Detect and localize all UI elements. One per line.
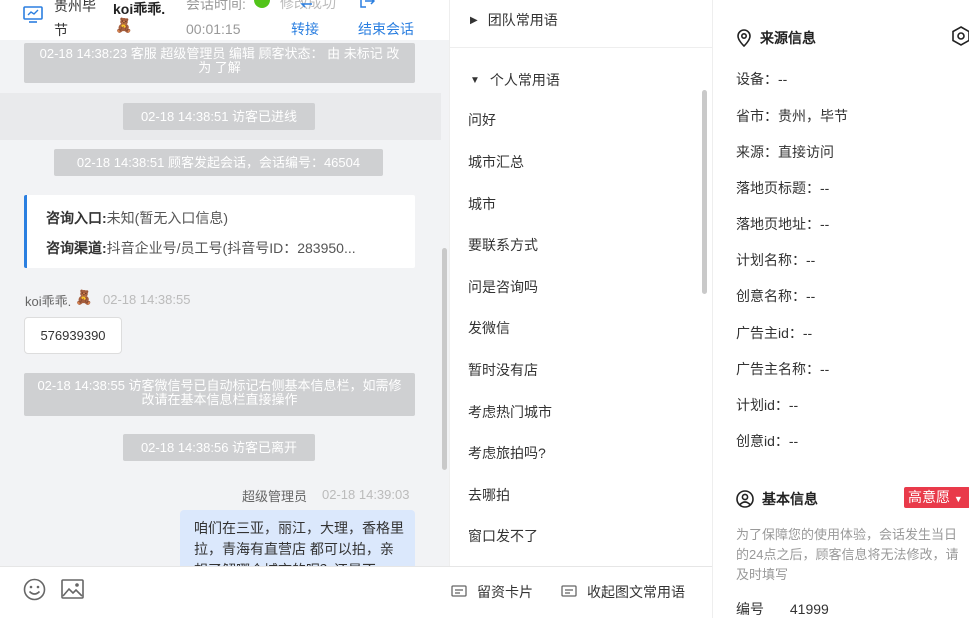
entry-value: 未知(暂无入口信息) (106, 210, 228, 226)
phrase-item[interactable]: 考虑旅拍吗? (468, 443, 546, 463)
info-province-city: 省市：贵州，毕节 (736, 108, 848, 124)
session-time-label: 会话时间: (186, 0, 246, 12)
system-message: 02-18 14:38:23 客服 超级管理员 编辑 顾客状态： 由 未标记 改… (24, 43, 415, 83)
info-plan-name: 计划名称：-- (736, 252, 816, 268)
channel-label: 咨询渠道: (46, 240, 107, 256)
visitor-location: 贵州毕节 (54, 0, 96, 38)
system-message: 02-18 14:38:51 访客已进线 (123, 103, 315, 130)
phrase-item[interactable]: 窗口发不了 (468, 526, 538, 546)
chat-panel: 贵州毕节 koi乖乖. 🧸 会话时间: 00:01:15 修改成功 转接 结束会… (0, 0, 449, 618)
collapse-phrases-label: 收起图文常用语 (587, 584, 685, 600)
location-pin-icon (737, 29, 751, 47)
source-info-title: 来源信息 (736, 28, 816, 48)
customer-info-panel: 来源信息 设备：-- 省市：贵州，毕节 来源：直接访问 落地页标题：-- 落地页… (712, 0, 969, 618)
message-time: 02-18 14:38:55 (103, 292, 191, 307)
info-device: 设备：-- (736, 71, 788, 87)
phrase-item[interactable]: 暂时没有店 (468, 360, 538, 380)
image-icon[interactable] (61, 579, 84, 599)
emoji-icon[interactable] (23, 578, 46, 601)
chat-scrollbar[interactable] (442, 248, 447, 470)
session-time: 00:01:15 (186, 21, 241, 37)
message-sender: 超级管理员 (242, 489, 308, 504)
phrase-item[interactable]: 问好 (468, 110, 496, 130)
lead-card-label: 留资卡片 (477, 584, 533, 600)
card-icon (451, 585, 467, 597)
entry-row: 咨询入口:未知(暂无入口信息) (46, 208, 406, 228)
end-session-button[interactable]: 结束会话 (358, 20, 414, 38)
visitor-emoji: 🧸 (115, 17, 133, 33)
group-team[interactable]: ▶ 团队常用语 (470, 10, 558, 30)
quick-phrases-panel: ▶ 团队常用语 ▼ 个人常用语 问好 城市汇总 城市 要联系方式 问是咨询吗 发… (449, 0, 712, 566)
info-creative-name: 创意名称：-- (736, 288, 816, 304)
phrase-item[interactable]: 要联系方式 (468, 235, 538, 255)
exit-icon[interactable] (359, 0, 375, 8)
channel-row: 咨询渠道:抖音企业号/员工号(抖音号ID：283950... (46, 238, 406, 258)
caret-down-icon: ▼ (953, 494, 963, 504)
entry-info-card: 咨询入口:未知(暂无入口信息) 咨询渠道:抖音企业号/员工号(抖音号ID：283… (24, 195, 415, 268)
info-landing-title: 落地页标题：-- (736, 180, 830, 196)
group-team-label: 团队常用语 (487, 12, 558, 28)
group-personal-label: 个人常用语 (489, 72, 560, 88)
caret-down-icon: ▼ (470, 74, 480, 86)
visitor-name: koi乖乖. (113, 1, 166, 17)
intent-label: 高意愿 (908, 489, 950, 505)
source-info-label: 来源信息 (760, 30, 816, 46)
info-advertiser-id: 广告主id：-- (736, 325, 813, 341)
channel-value: 抖音企业号/员工号(抖音号ID：283950... (106, 240, 356, 256)
edit-notice: 为了保障您的使用体验，会话发生当日的24点之后，顾客信息将无法修改，请及时填写 (736, 527, 959, 582)
caret-right-icon: ▶ (470, 14, 478, 26)
phrases-scrollbar[interactable] (702, 90, 707, 294)
info-creative-id: 创意id：-- (736, 433, 799, 449)
info-landing-url: 落地页地址：-- (736, 216, 830, 232)
message-time: 02-18 14:39:03 (322, 487, 410, 502)
transfer-button[interactable]: 转接 (291, 20, 319, 38)
basic-info-label: 基本信息 (762, 491, 818, 507)
phrase-item[interactable]: 城市汇总 (468, 152, 524, 172)
system-message: 02-18 14:38:55 访客微信号已自动标记右侧基本信息栏，如需修改请在基… (24, 373, 415, 416)
lead-card-button[interactable]: 留资卡片 (451, 582, 533, 602)
monitor-icon (23, 6, 43, 23)
divider (450, 47, 712, 48)
visitor-message-bubble[interactable]: 576939390 (24, 317, 122, 354)
system-message: 02-18 14:38:56 访客已离开 (123, 434, 315, 461)
system-message: 02-18 14:38:51 顾客发起会话，会话编号：46504 (54, 149, 383, 176)
success-check-icon (254, 0, 270, 8)
customer-id-value: 41999 (789, 601, 829, 617)
sender-emoji: 🧸 (75, 289, 93, 305)
agent-message-bubble[interactable]: 咱们在三亚，丽江，大理，香格里拉，青海有直营店 都可以拍，亲想了解哪个城市的呢？… (180, 510, 415, 566)
customer-id-label: 编号 (736, 601, 764, 617)
message-icon (561, 585, 577, 597)
settings-icon[interactable] (950, 25, 969, 47)
message-sender: koi乖乖. (25, 294, 72, 309)
info-advertiser-name: 广告主名称：-- (736, 361, 830, 377)
chat-header: 贵州毕节 koi乖乖. 🧸 会话时间: 00:01:15 修改成功 转接 结束会… (0, 0, 449, 40)
user-circle-icon (736, 490, 754, 508)
basic-info-title: 基本信息 (736, 489, 818, 509)
phrase-item[interactable]: 考虑热门城市 (468, 402, 552, 422)
phrase-item[interactable]: 问是咨询吗 (468, 277, 538, 297)
info-plan-id: 计划id：-- (736, 397, 799, 413)
phrase-item[interactable]: 城市 (468, 194, 496, 214)
phrase-item[interactable]: 发微信 (468, 318, 510, 338)
group-personal[interactable]: ▼ 个人常用语 (470, 70, 560, 90)
transfer-icon[interactable] (298, 0, 314, 8)
customer-id-row: 编号 41999 (736, 599, 829, 618)
entry-label: 咨询入口: (46, 210, 107, 226)
intent-dropdown[interactable]: 高意愿 ▼ (904, 487, 969, 508)
input-toolbar: 留资卡片 收起图文常用语 (0, 566, 712, 618)
info-source: 来源：直接访问 (736, 144, 834, 160)
collapse-phrases-button[interactable]: 收起图文常用语 (561, 582, 685, 602)
message-list[interactable]: 02-18 14:38:23 客服 超级管理员 编辑 顾客状态： 由 未标记 改… (0, 40, 449, 566)
phrase-item[interactable]: 去哪拍 (468, 485, 510, 505)
